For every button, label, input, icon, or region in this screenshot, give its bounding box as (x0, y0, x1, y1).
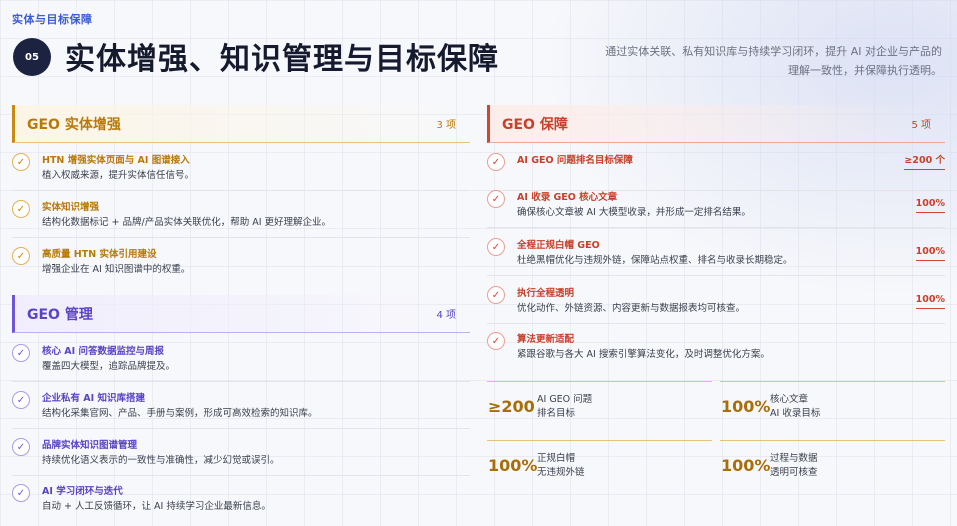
item-title: 品牌实体知识图谱管理 (42, 440, 138, 451)
item-title: HTN 增强实体页面与 AI 图谱接入 (42, 155, 190, 166)
stat-label-line1: 过程与数据 (770, 453, 818, 464)
list-item: ✓ AI 收录 GEO 核心文章 确保核心文章被 AI 大模型收录，并形成一定排… (487, 188, 945, 228)
check-icon: ✓ (12, 391, 30, 409)
section-kicker: 实体与目标保障 (12, 13, 93, 26)
stat-label-line1: 核心文章 (770, 394, 809, 405)
stat-card: 100% 正规白帽 无违规外链 (487, 440, 712, 498)
section-header-entity: GEO 实体增强 3 项 (12, 105, 470, 143)
stat-label-line2: AI 收录目标 (770, 408, 821, 419)
section-header-management: GEO 管理 4 项 (12, 295, 470, 333)
item-title: 核心 AI 问答数据监控与周报 (42, 346, 165, 357)
stat-label-line2: 透明可核查 (770, 467, 818, 478)
item-title: AI 学习闭环与迭代 (42, 486, 123, 497)
section-count: 3 项 (436, 120, 456, 131)
item-target-value: 100% (915, 294, 945, 309)
check-icon: ✓ (487, 286, 505, 304)
item-description: 优化动作、外链资源、内容更新与数据报表均可核查。 (517, 303, 746, 314)
stat-card: ≥200 AI GEO 问题 排名目标 (487, 381, 712, 439)
divider (12, 190, 470, 191)
section-count: 4 项 (436, 310, 456, 321)
stat-value: 100% (721, 397, 771, 416)
stat-label: 核心文章 AI 收录目标 (770, 393, 820, 421)
section-title: GEO 实体增强 (27, 116, 121, 133)
check-icon: ✓ (487, 332, 505, 350)
section-header-guarantee: GEO 保障 5 项 (487, 105, 945, 143)
check-icon: ✓ (487, 153, 505, 171)
check-icon: ✓ (12, 484, 30, 502)
check-icon: ✓ (12, 200, 30, 218)
list-item: ✓ 企业私有 AI 知识库搭建 结构化采集官网、产品、手册与案例，形成可高效检索… (12, 389, 470, 429)
check-icon: ✓ (487, 190, 505, 208)
item-target-value: 100% (915, 198, 945, 213)
list-item: ✓ HTN 增强实体页面与 AI 图谱接入 植入权威来源，提升实体信任信号。 (12, 151, 470, 191)
item-title: AI GEO 问题排名目标保障 (517, 155, 633, 166)
stat-label-line1: AI GEO 问题 (537, 394, 593, 405)
stat-value: 100% (488, 456, 538, 475)
item-title: 全程正规白帽 GEO (517, 240, 600, 251)
item-target-value: 100% (915, 246, 945, 261)
item-description: 确保核心文章被 AI 大模型收录，并形成一定排名结果。 (517, 207, 751, 218)
item-title: 企业私有 AI 知识库搭建 (42, 393, 146, 404)
check-icon: ✓ (12, 438, 30, 456)
divider (487, 275, 945, 276)
stat-card: 100% 核心文章 AI 收录目标 (720, 381, 945, 439)
item-description: 覆盖四大模型，追踪品牌提及。 (42, 361, 176, 372)
list-item: ✓ AI GEO 问题排名目标保障 ≥200 个 (487, 151, 945, 191)
list-item: ✓ 品牌实体知识图谱管理 持续优化语义表示的一致性与准确性，减少幻觉或误引。 (12, 436, 470, 476)
stat-value: 100% (721, 456, 771, 475)
section-title: GEO 管理 (27, 306, 93, 323)
item-description: 结构化采集官网、产品、手册与案例，形成可高效检索的知识库。 (42, 408, 318, 419)
page-subtitle: 通过实体关联、私有知识库与持续学习闭环，提升 AI 对企业与产品的理解一致性，并… (605, 45, 942, 77)
divider (12, 428, 470, 429)
stat-label-line2: 无违规外链 (537, 467, 585, 478)
stat-value: ≥200 (488, 397, 535, 416)
item-title: AI 收录 GEO 核心文章 (517, 192, 618, 203)
item-target-value: ≥200 个 (904, 152, 945, 170)
item-title: 高质量 HTN 实体引用建设 (42, 249, 157, 260)
check-icon: ✓ (487, 238, 505, 256)
item-title: 实体知识增强 (42, 202, 100, 213)
page-title: 实体增强、知识管理与目标保障 (65, 42, 499, 77)
list-item: ✓ 实体知识增强 结构化数据标记 + 品牌/产品实体关联优化，帮助 AI 更好理… (12, 198, 470, 238)
item-description: 植入权威来源，提升实体信任信号。 (42, 170, 195, 181)
check-icon: ✓ (12, 247, 30, 265)
divider (12, 237, 470, 238)
stat-label: AI GEO 问题 排名目标 (537, 393, 592, 421)
list-item: ✓ 全程正规白帽 GEO 杜绝黑帽优化与违规外链，保障站点权重、排名与收录长期稳… (487, 236, 945, 276)
divider (12, 381, 470, 382)
check-icon: ✓ (12, 344, 30, 362)
check-icon: ✓ (12, 153, 30, 171)
section-count: 5 项 (911, 120, 931, 131)
divider (487, 227, 945, 228)
item-description: 持续优化语义表示的一致性与准确性，减少幻觉或误引。 (42, 455, 280, 466)
item-description: 紧跟谷歌与各大 AI 搜索引擎算法变化，及时调整优化方案。 (517, 349, 770, 360)
item-title: 执行全程透明 (517, 288, 575, 299)
list-item: ✓ 核心 AI 问答数据监控与周报 覆盖四大模型，追踪品牌提及。 (12, 342, 470, 382)
list-item: ✓ 执行全程透明 优化动作、外链资源、内容更新与数据报表均可核查。 100% (487, 284, 945, 324)
item-title: 算法更新适配 (517, 334, 575, 345)
item-description: 增强企业在 AI 知识图谱中的权重。 (42, 264, 191, 275)
item-description: 杜绝黑帽优化与违规外链，保障站点权重、排名与收录长期稳定。 (517, 255, 793, 266)
section-number-badge: 05 (13, 38, 51, 76)
divider (487, 323, 945, 324)
item-description: 结构化数据标记 + 品牌/产品实体关联优化，帮助 AI 更好理解企业。 (42, 217, 332, 228)
section-title: GEO 保障 (502, 116, 568, 133)
item-description: 自动 + 人工反馈循环，让 AI 持续学习企业最新信息。 (42, 501, 271, 512)
stat-label-line2: 排名目标 (537, 408, 576, 419)
list-item: ✓ 算法更新适配 紧跟谷歌与各大 AI 搜索引擎算法变化，及时调整优化方案。 (487, 330, 945, 370)
stat-label: 正规白帽 无违规外链 (537, 452, 585, 480)
list-item: ✓ AI 学习闭环与迭代 自动 + 人工反馈循环，让 AI 持续学习企业最新信息… (12, 482, 470, 522)
stat-label-line1: 正规白帽 (537, 453, 576, 464)
stat-card: 100% 过程与数据 透明可核查 (720, 440, 945, 498)
divider (12, 475, 470, 476)
list-item: ✓ 高质量 HTN 实体引用建设 增强企业在 AI 知识图谱中的权重。 (12, 245, 470, 285)
stat-label: 过程与数据 透明可核查 (770, 452, 818, 480)
